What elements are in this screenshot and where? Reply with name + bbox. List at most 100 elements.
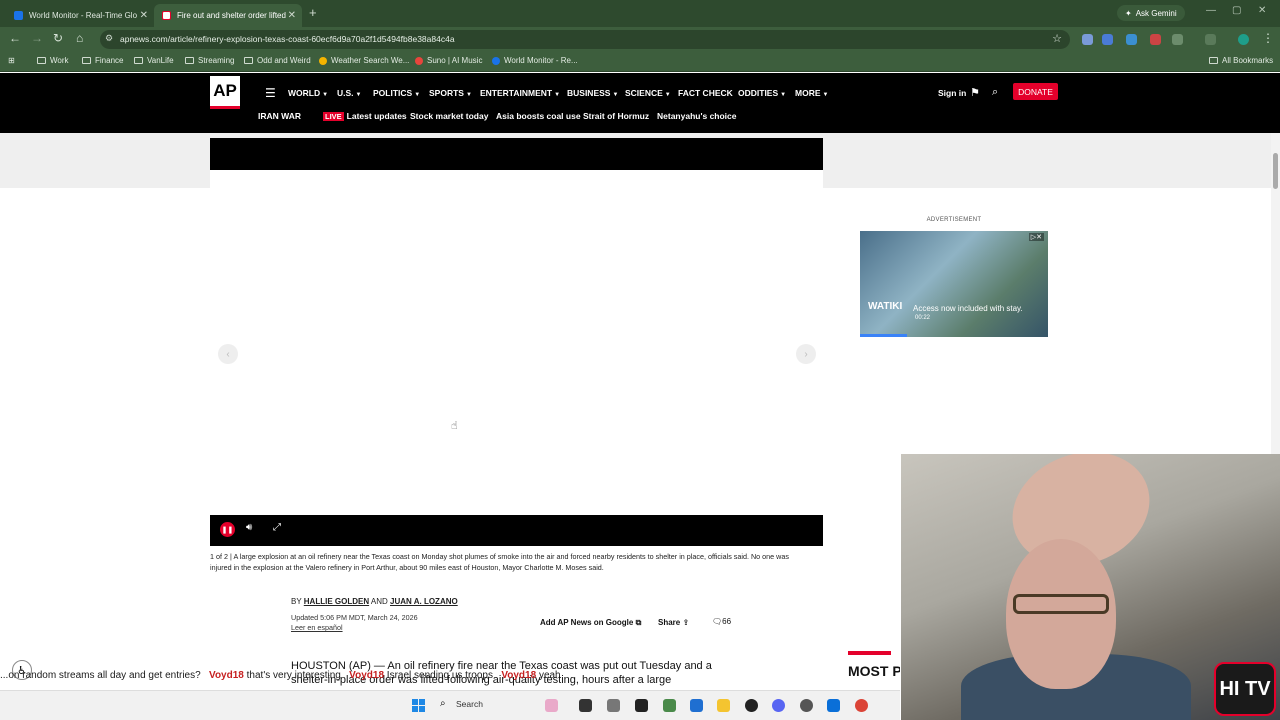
close-tab-icon[interactable]: ✕ (140, 10, 148, 21)
share-label: Share (658, 618, 681, 627)
add-ap-google-button[interactable]: Add AP News on Google ⧉ (540, 618, 641, 628)
subnav-latest-updates[interactable]: LIVE Latest updates (323, 111, 407, 121)
maximize-icon[interactable]: ▢ (1232, 5, 1241, 16)
site-info-icon[interactable]: ⚙ (105, 33, 113, 44)
nav-us[interactable]: U.S. ▼ (337, 88, 361, 98)
windows-start-icon[interactable] (412, 699, 425, 712)
bookmark-odd-and-weird[interactable]: Odd and Weird (244, 56, 311, 65)
taskbar-search[interactable]: Search (456, 699, 483, 709)
subnav-coal[interactable]: Asia boosts coal use (496, 111, 581, 121)
extension-icon[interactable] (1126, 34, 1137, 45)
comments-button[interactable]: 🗨︎66 (712, 617, 731, 626)
notifications-icon[interactable]: ⚑ (970, 86, 980, 99)
settings-gear-icon[interactable] (607, 699, 620, 712)
tab-label: Fire out and shelter order lifted (177, 11, 286, 20)
share-button[interactable]: Share ⇪ (658, 618, 689, 627)
translate-extension-icon[interactable] (1102, 34, 1113, 45)
next-slide-icon[interactable]: › (796, 344, 816, 364)
previous-slide-icon[interactable]: ‹ (218, 344, 238, 364)
nav-more[interactable]: MORE ▼ (795, 88, 828, 98)
nav-business[interactable]: BUSINESS ▼ (567, 88, 618, 98)
widgets-icon[interactable] (545, 699, 558, 712)
media-gallery[interactable] (210, 170, 823, 515)
author-link[interactable]: JUAN A. LOZANO (390, 597, 458, 606)
bookmark-vanlife[interactable]: VanLife (134, 56, 174, 65)
profile-avatar-icon[interactable] (1238, 34, 1249, 45)
subnav-iran-war[interactable]: IRAN WAR (258, 111, 301, 121)
pause-icon[interactable]: ❚❚ (220, 522, 235, 537)
search-icon[interactable]: ⌕ (992, 86, 998, 99)
hamburger-menu-icon[interactable]: ☰ (265, 86, 276, 100)
menu-dots-icon[interactable]: ⋮ (1262, 31, 1274, 45)
notepad-icon[interactable] (690, 699, 703, 712)
fullscreen-icon[interactable]: ⤢ (273, 522, 281, 533)
sign-in-link[interactable]: Sign in (938, 88, 966, 98)
app-icon[interactable] (635, 699, 648, 712)
folder-icon (134, 57, 143, 64)
side-panel-icon[interactable] (1205, 34, 1216, 45)
home-icon[interactable]: ⌂ (76, 31, 83, 45)
extension-icon[interactable] (1082, 34, 1093, 45)
nav-politics[interactable]: POLITICS ▼ (373, 88, 420, 98)
subnav-hormuz[interactable]: Strait of Hormuz (583, 111, 649, 121)
ask-gemini-button[interactable]: ✦ Ask Gemini (1117, 5, 1185, 21)
nav-sports[interactable]: SPORTS ▼ (429, 88, 472, 98)
folder-icon (37, 57, 46, 64)
url-text[interactable]: apnews.com/article/refinery-explosion-te… (120, 34, 455, 44)
close-tab-icon[interactable]: ✕ (288, 10, 296, 21)
ap-logo[interactable]: AP (210, 76, 240, 109)
new-tab-icon[interactable]: + (309, 5, 317, 20)
author-link[interactable]: HALLIE GOLDEN (304, 597, 369, 606)
donate-button[interactable]: DONATE (1013, 83, 1058, 100)
nav-world[interactable]: WORLD ▼ (288, 88, 328, 98)
bookmark-work[interactable]: Work (37, 56, 69, 65)
bookmark-finance[interactable]: Finance (82, 56, 123, 65)
subnav-netanyahu[interactable]: Netanyahu's choice (657, 111, 737, 121)
forward-icon[interactable]: → (31, 31, 43, 45)
bookmark-streaming[interactable]: Streaming (185, 56, 234, 65)
bookmarks-bar: ⊞ Work Finance VanLife Streaming Odd and… (0, 52, 1280, 72)
extensions-puzzle-icon[interactable] (1172, 34, 1183, 45)
bookmark-world-monitor[interactable]: World Monitor - Re... (492, 56, 578, 65)
search-icon: ⌕ (440, 698, 446, 709)
all-bookmarks[interactable]: All Bookmarks (1209, 56, 1273, 65)
spanish-link[interactable]: Leer en español (291, 623, 343, 632)
close-window-icon[interactable]: ✕ (1258, 5, 1266, 16)
file-explorer-icon[interactable] (717, 699, 730, 712)
chrome-icon[interactable] (855, 699, 868, 712)
chatgpt-icon[interactable] (800, 699, 813, 712)
video-advertisement[interactable]: ▷✕ WATIKI Access now included with stay.… (860, 231, 1048, 337)
webcam-overlay: HI TV (901, 454, 1280, 720)
tab-ap-article[interactable]: Fire out and shelter order lifted ✕ (154, 4, 302, 27)
chat-message: that's very interesting (246, 670, 341, 681)
volume-icon[interactable]: 🔊︎ (246, 522, 252, 533)
minimize-icon[interactable]: — (1206, 5, 1216, 16)
nav-fact-check[interactable]: FACT CHECK (678, 88, 733, 98)
outlook-icon[interactable] (827, 699, 840, 712)
byline: BY HALLIE GOLDEN AND JUAN A. LOZANO (291, 597, 458, 606)
windows-taskbar: ⌕ Search (0, 690, 900, 720)
subnav-stock-market[interactable]: Stock market today (410, 111, 488, 121)
ad-choices-icon[interactable]: ▷✕ (1028, 233, 1044, 241)
bookmark-suno[interactable]: Suno | AI Music (415, 56, 482, 65)
back-icon[interactable]: ← (9, 31, 21, 45)
reload-icon[interactable]: ↻ (53, 31, 63, 45)
bookmark-star-icon[interactable]: ☆ (1052, 32, 1062, 45)
tab-world-monitor[interactable]: World Monitor - Real-Time Glo ✕ (6, 4, 154, 27)
task-view-icon[interactable] (579, 699, 592, 712)
address-bar[interactable]: ⚙ apnews.com/article/refinery-explosion-… (100, 30, 1070, 49)
obs-icon[interactable] (745, 699, 758, 712)
scrollbar-thumb[interactable] (1273, 153, 1278, 189)
discord-icon[interactable] (772, 699, 785, 712)
nav-label: SPORTS (429, 88, 464, 98)
bookmark-weather[interactable]: Weather Search We... (319, 56, 409, 65)
nav-oddities[interactable]: ODDITIES ▼ (738, 88, 786, 98)
apps-grid-icon[interactable]: ⊞ (8, 56, 15, 65)
video-controls: ❚❚ 🔊︎ ⤢ (210, 515, 823, 546)
nav-entertainment[interactable]: ENTERTAINMENT ▼ (480, 88, 560, 98)
comment-icon: 🗨︎ (712, 617, 723, 626)
nav-science[interactable]: SCIENCE ▼ (625, 88, 671, 98)
extension-icon[interactable] (1150, 34, 1161, 45)
folder-icon (82, 57, 91, 64)
calculator-icon[interactable] (663, 699, 676, 712)
